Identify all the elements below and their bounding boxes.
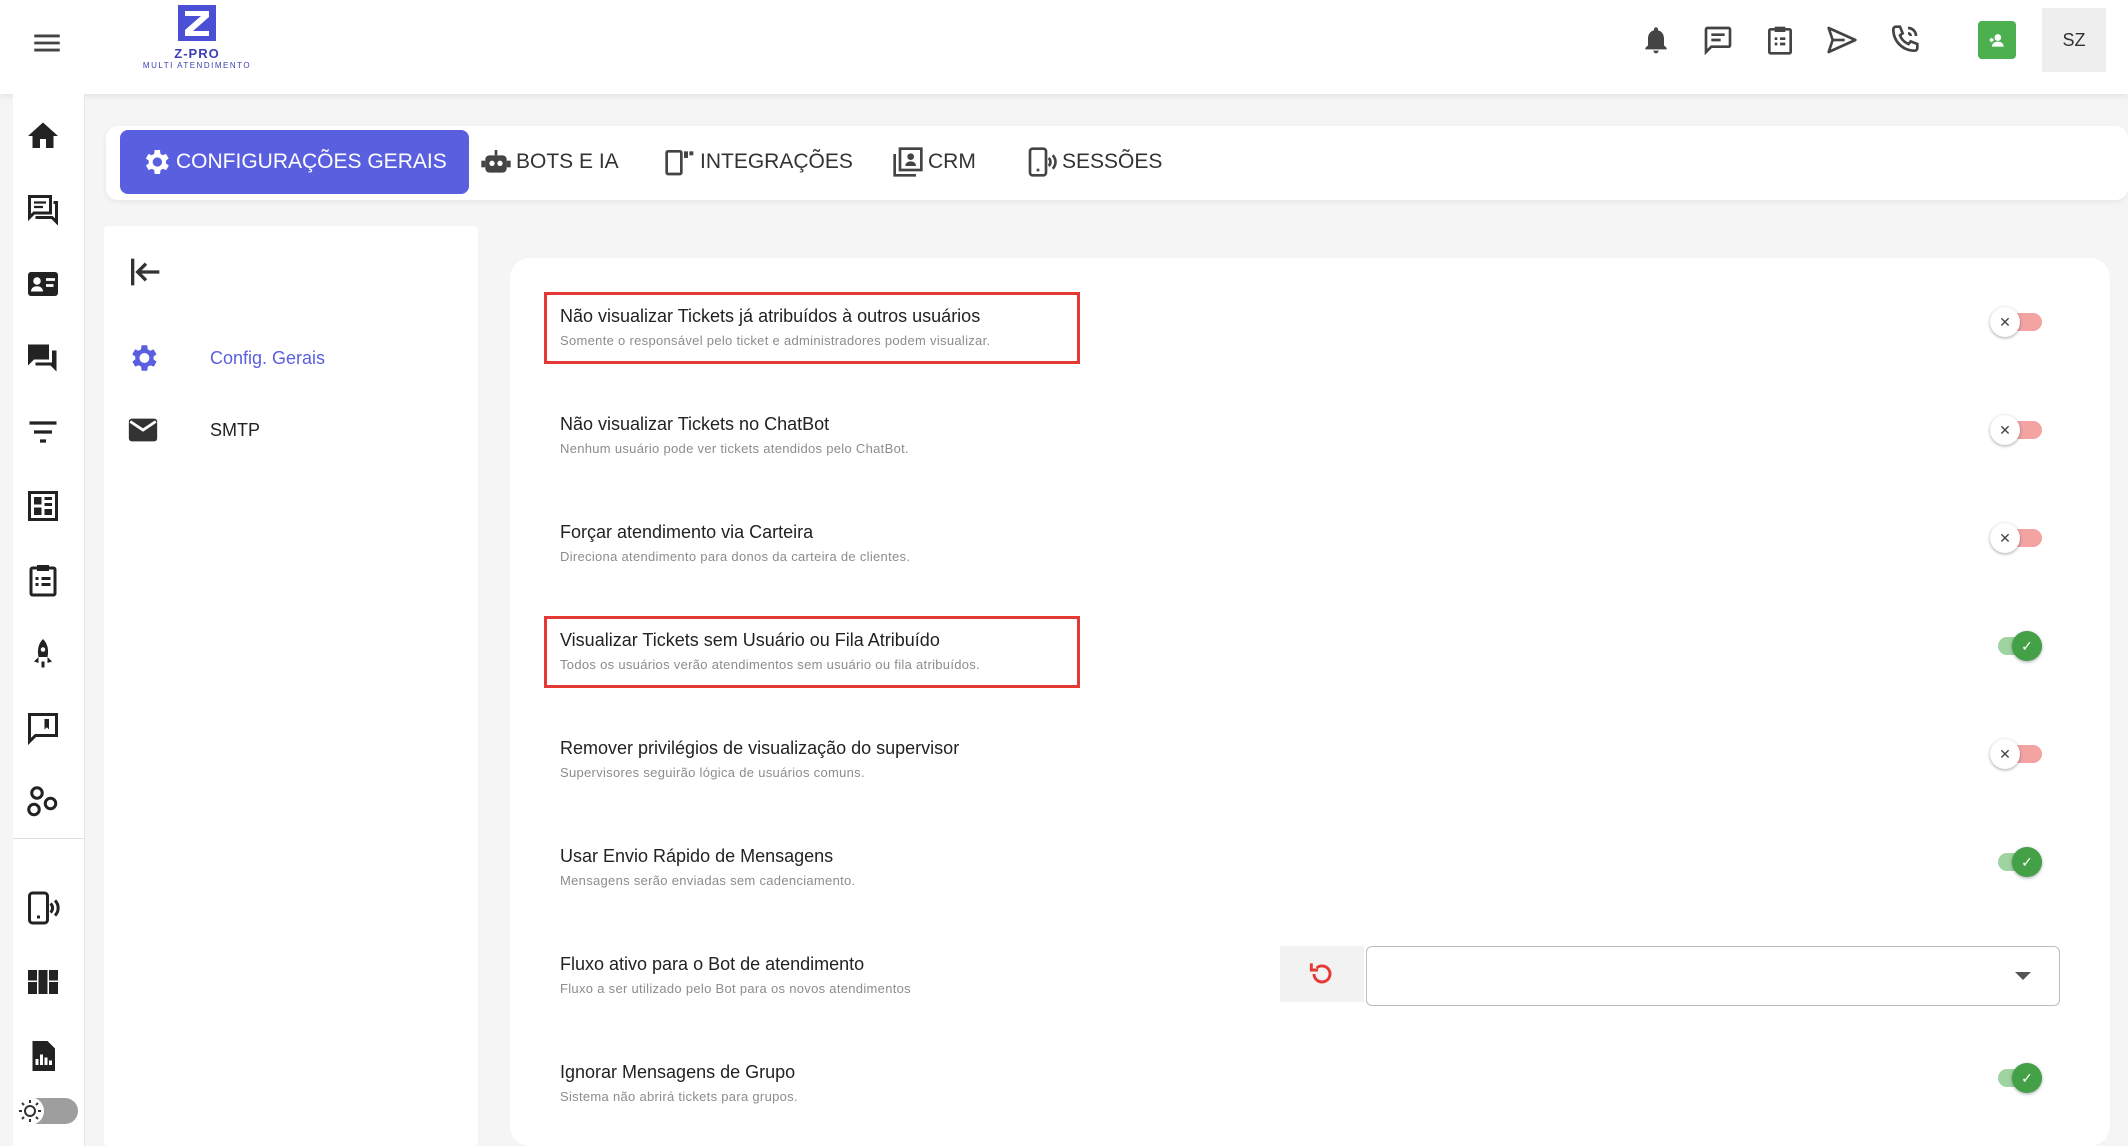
forum-icon[interactable] <box>25 340 61 376</box>
setting-row-hide-assigned-tickets: Não visualizar Tickets já atribuídos à o… <box>560 305 2060 385</box>
rocket-icon[interactable] <box>25 636 61 672</box>
check-icon: ✓ <box>2012 1063 2042 1093</box>
tab-crm[interactable]: CRM <box>892 130 976 194</box>
x-icon: ✕ <box>1990 307 2020 337</box>
tab-bots-e-ia[interactable]: BOTS E IA <box>480 130 619 194</box>
reset-icon <box>1309 963 1332 984</box>
gear-icon <box>145 150 169 174</box>
settings-panel: Não visualizar Tickets já atribuídos à o… <box>510 258 2110 1146</box>
setting-row-fast-send: Usar Envio Rápido de Mensagens Mensagens… <box>560 845 2060 925</box>
setting-description: Todos os usuários verão atendimentos sem… <box>560 657 981 672</box>
side-item-label: SMTP <box>210 419 261 440</box>
setting-row-ignore-group-messages: Ignorar Mensagens de Grupo Sistema não a… <box>560 1061 2060 1141</box>
x-icon: ✕ <box>1990 739 2020 769</box>
bot-flow-select[interactable] <box>1366 946 2060 1006</box>
settings-side-menu: Config. Gerais SMTP <box>104 226 478 1146</box>
contact-button[interactable] <box>1978 21 2016 59</box>
tab-label: CONFIGURAÇÕES GERAIS <box>176 150 447 173</box>
setting-row-remove-supervisor-privileges: Remover privilégios de visualização do s… <box>560 737 2060 817</box>
theme-toggle[interactable] <box>0 1094 80 1128</box>
setting-row-force-wallet: Forçar atendimento via Carteira Direcion… <box>560 521 2060 601</box>
session-phone-icon <box>1028 147 1057 177</box>
setting-title: Remover privilégios de visualização do s… <box>560 738 960 758</box>
side-item-smtp[interactable]: SMTP <box>126 410 260 450</box>
setting-description: Sistema não abrirá tickets para grupos. <box>560 1089 798 1104</box>
dashboard-icon[interactable] <box>25 488 61 524</box>
tab-label: CRM <box>928 150 976 173</box>
clipboard-icon[interactable] <box>1764 24 1796 56</box>
hamburger-menu-icon[interactable] <box>30 26 64 60</box>
bell-icon[interactable] <box>1640 24 1672 56</box>
logo-z-icon <box>178 5 216 41</box>
send-icon[interactable] <box>1826 24 1858 56</box>
setting-row-show-unassigned-tickets: Visualizar Tickets sem Usuário ou Fila A… <box>560 629 2060 709</box>
filter-icon[interactable] <box>25 414 61 450</box>
dropdown-caret-icon <box>2015 972 2031 980</box>
phone-icon[interactable] <box>1888 24 1920 56</box>
toggle-switch[interactable]: ✕ <box>1990 737 2042 769</box>
check-icon: ✓ <box>2012 631 2042 661</box>
toggle-switch[interactable]: ✓ <box>1990 845 2042 877</box>
contacts-card-icon[interactable] <box>25 266 61 302</box>
nav-divider <box>13 838 85 839</box>
setting-description: Nenhum usuário pode ver tickets atendido… <box>560 441 909 456</box>
settings-tabs: CONFIGURAÇÕES GERAIS BOTS E IA INTEGRAÇÕ… <box>106 126 2128 200</box>
x-icon: ✕ <box>1990 415 2020 445</box>
reset-flow-button[interactable] <box>1280 946 1364 1002</box>
user-avatar[interactable]: SZ <box>2042 8 2106 72</box>
setting-title: Usar Envio Rápido de Mensagens <box>560 846 834 866</box>
setting-title: Não visualizar Tickets já atribuídos à o… <box>560 306 981 326</box>
robot-icon <box>481 150 511 173</box>
setting-title: Forçar atendimento via Carteira <box>560 522 814 542</box>
report-icon[interactable] <box>25 1038 61 1074</box>
tab-integracoes[interactable]: INTEGRAÇÕES <box>664 130 853 194</box>
home-icon[interactable] <box>25 118 61 154</box>
setting-description: Direciona atendimento para donos da cart… <box>560 549 911 564</box>
setting-description: Mensagens serão enviadas sem cadenciamen… <box>560 873 856 888</box>
logo-subtitle: MULTI ATENDIMENTO <box>142 61 252 70</box>
tab-sessoes[interactable]: SESSÕES <box>1026 130 1162 194</box>
crm-icon <box>893 147 923 177</box>
top-app-bar: Z-PRO MULTI ATENDIMENTO SZ <box>0 0 2128 94</box>
side-item-config-gerais[interactable]: Config. Gerais <box>126 338 325 378</box>
check-icon: ✓ <box>2012 847 2042 877</box>
feedback-icon[interactable] <box>25 710 61 746</box>
tab-configuracoes-gerais[interactable]: CONFIGURAÇÕES GERAIS <box>120 130 469 194</box>
setting-description: Somente o responsável pelo ticket e admi… <box>560 333 991 348</box>
app-logo: Z-PRO MULTI ATENDIMENTO <box>142 4 252 74</box>
x-icon: ✕ <box>1990 523 2020 553</box>
workspaces-icon[interactable] <box>25 784 61 820</box>
task-list-icon[interactable] <box>25 562 61 598</box>
setting-row-hide-chatbot-tickets: Não visualizar Tickets no ChatBot Nenhum… <box>560 413 2060 493</box>
collapse-menu-icon[interactable] <box>126 252 166 292</box>
side-item-label: Config. Gerais <box>210 347 326 368</box>
contact-icon <box>1989 34 2004 47</box>
toggle-switch[interactable]: ✕ <box>1990 521 2042 553</box>
setting-description: Supervisores seguirão lógica de usuários… <box>560 765 865 780</box>
integration-icon <box>665 150 694 176</box>
panels-icon[interactable] <box>25 964 61 1000</box>
tab-label: INTEGRAÇÕES <box>700 150 853 173</box>
gear-icon <box>132 345 157 371</box>
setting-title: Visualizar Tickets sem Usuário ou Fila A… <box>560 630 940 650</box>
toggle-switch[interactable]: ✓ <box>1990 629 2042 661</box>
tab-label: BOTS E IA <box>516 150 619 173</box>
left-navigation <box>13 94 85 1146</box>
chat-icon[interactable] <box>1702 24 1734 56</box>
mail-icon <box>128 418 158 442</box>
toggle-switch[interactable]: ✓ <box>1990 1061 2042 1093</box>
top-actions <box>1640 20 2016 60</box>
logo-name: Z-PRO <box>174 46 220 61</box>
setting-title: Não visualizar Tickets no ChatBot <box>560 414 830 434</box>
setting-title: Ignorar Mensagens de Grupo <box>560 1062 796 1082</box>
toggle-switch[interactable]: ✕ <box>1990 413 2042 445</box>
chat-tickets-icon[interactable] <box>25 192 61 228</box>
sessions-phone-icon[interactable] <box>25 890 61 926</box>
tab-label: SESSÕES <box>1062 150 1163 173</box>
toggle-switch[interactable]: ✕ <box>1990 305 2042 337</box>
